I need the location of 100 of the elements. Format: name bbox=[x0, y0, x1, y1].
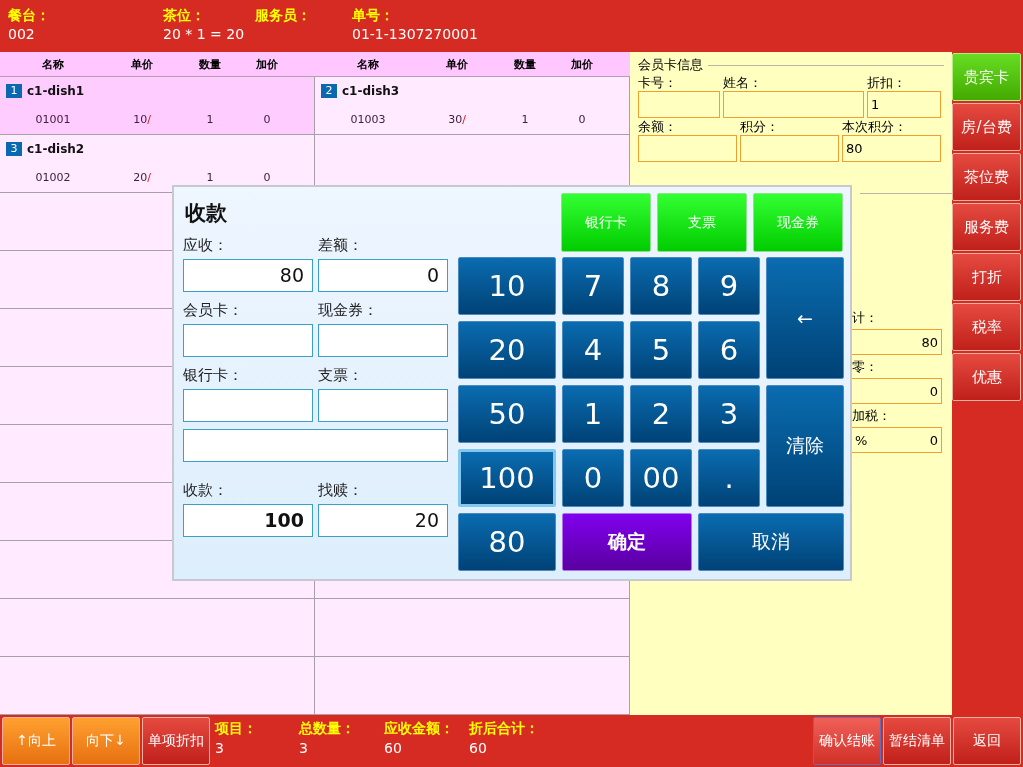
field-label: 余额： bbox=[638, 118, 678, 135]
keypad-key[interactable]: 5 bbox=[630, 321, 692, 379]
footer-button[interactable]: 确认结账 bbox=[813, 717, 881, 765]
field-label: 银行卡： bbox=[183, 365, 244, 385]
input-field[interactable] bbox=[183, 324, 313, 357]
dish-code: 01002 bbox=[34, 171, 72, 184]
side-button[interactable]: 优惠 bbox=[952, 353, 1021, 401]
input-field[interactable]: 1 bbox=[867, 91, 941, 118]
keypad-key[interactable]: 80 bbox=[458, 513, 556, 571]
header-value: 002 bbox=[8, 26, 36, 42]
field-label: 计： bbox=[852, 309, 879, 326]
keypad-key[interactable]: 100 bbox=[458, 449, 556, 507]
column-header: 加价 bbox=[255, 56, 279, 72]
column-header: 名称 bbox=[356, 56, 380, 72]
summary-label: 应收金额： bbox=[384, 720, 455, 738]
dish-item[interactable]: 2 c1-dish3 01003 30/ 1 0 bbox=[315, 77, 630, 135]
field-label: 应收： bbox=[183, 235, 229, 255]
footer-button[interactable]: 暂结清单 bbox=[883, 717, 951, 765]
input-field[interactable] bbox=[740, 135, 839, 162]
column-header: 名称 bbox=[41, 56, 65, 72]
dish-code: 01001 bbox=[34, 113, 72, 126]
keypad-key[interactable]: 8 bbox=[630, 257, 692, 315]
input-field[interactable]: 100 bbox=[183, 504, 313, 537]
header-value: 20 * 1 = 20 bbox=[163, 26, 246, 42]
keypad-key[interactable]: 确定 bbox=[562, 513, 692, 571]
dish-item[interactable]: 3 c1-dish2 01002 20/ 1 0 bbox=[0, 135, 315, 193]
dish-price: 30/ bbox=[447, 113, 467, 126]
header-value: 01-1-1307270001 bbox=[352, 26, 478, 42]
dish-name: c1-dish1 bbox=[27, 84, 85, 98]
column-header: 数量 bbox=[513, 56, 537, 72]
dish-quantity: 1 bbox=[520, 113, 530, 126]
dialog-title: 收款 bbox=[184, 200, 228, 227]
keypad-key[interactable]: 3 bbox=[698, 385, 760, 443]
header-label: 茶位： bbox=[163, 7, 206, 23]
column-header: 数量 bbox=[198, 56, 222, 72]
dish-name: c1-dish3 bbox=[342, 84, 400, 98]
footer-button[interactable]: 返回 bbox=[953, 717, 1021, 765]
input-field[interactable]: 80 bbox=[842, 135, 941, 162]
field-label: 会员卡： bbox=[183, 300, 244, 320]
dish-item[interactable]: 1 c1-dish1 01001 10/ 1 0 bbox=[0, 77, 315, 135]
input-field[interactable] bbox=[318, 324, 448, 357]
summary-value: 3 bbox=[299, 740, 309, 756]
keypad-key[interactable]: 7 bbox=[562, 257, 624, 315]
summary-label: 项目： bbox=[215, 720, 258, 738]
keypad-key[interactable]: . bbox=[698, 449, 760, 507]
side-button[interactable]: 茶位费 bbox=[952, 153, 1021, 201]
keypad-key[interactable]: 4 bbox=[562, 321, 624, 379]
side-button[interactable]: 服务费 bbox=[952, 203, 1021, 251]
summary-value: 3 bbox=[215, 740, 225, 756]
dish-quantity: 1 bbox=[205, 171, 215, 184]
keypad-key[interactable]: 20 bbox=[458, 321, 556, 379]
field-label: 现金券： bbox=[318, 300, 379, 320]
item-number-badge: 1 bbox=[6, 84, 22, 98]
input-field[interactable] bbox=[638, 91, 720, 118]
keypad-key[interactable]: 清除 bbox=[766, 385, 844, 507]
keypad-key[interactable]: 取消 bbox=[698, 513, 844, 571]
keypad-key[interactable]: 2 bbox=[630, 385, 692, 443]
item-number-badge: 3 bbox=[6, 142, 22, 156]
field-label: 收款： bbox=[183, 480, 229, 500]
input-field[interactable]: 20 bbox=[318, 504, 448, 537]
keypad-key[interactable]: 50 bbox=[458, 385, 556, 443]
keypad-key[interactable]: 0 bbox=[562, 449, 624, 507]
keypad-key[interactable]: 00 bbox=[630, 449, 692, 507]
input-field[interactable]: 80 bbox=[183, 259, 313, 292]
side-button[interactable]: 打折 bbox=[952, 253, 1021, 301]
footer-button[interactable]: 单项折扣 bbox=[142, 717, 210, 765]
header-label: 单号： bbox=[352, 7, 395, 23]
input-field[interactable] bbox=[723, 91, 864, 118]
keypad-key[interactable]: 9 bbox=[698, 257, 760, 315]
input-field[interactable] bbox=[183, 429, 448, 462]
keypad-key[interactable]: 1 bbox=[562, 385, 624, 443]
field-label: 本次积分： bbox=[842, 118, 908, 135]
section-title: 会员卡信息 bbox=[638, 56, 703, 74]
keypad-key[interactable]: 6 bbox=[698, 321, 760, 379]
field-label: 积分： bbox=[740, 118, 780, 135]
input-field[interactable] bbox=[638, 135, 737, 162]
dish-name: c1-dish2 bbox=[27, 142, 85, 156]
dish-surcharge: 0 bbox=[262, 113, 272, 126]
summary-label: 折后合计： bbox=[469, 720, 539, 738]
column-header: 单价 bbox=[130, 56, 154, 72]
input-field[interactable]: 0 bbox=[318, 259, 448, 292]
input-field[interactable] bbox=[318, 389, 448, 422]
header-label: 餐台： bbox=[8, 7, 51, 23]
column-header: 单价 bbox=[445, 56, 469, 72]
summary-value: 60 bbox=[384, 740, 403, 756]
dish-code: 01003 bbox=[349, 113, 387, 126]
side-button[interactable]: 房/台费 bbox=[952, 103, 1021, 151]
dish-quantity: 1 bbox=[205, 113, 215, 126]
keypad-key[interactable]: 10 bbox=[458, 257, 556, 315]
dish-price: 10/ bbox=[132, 113, 152, 126]
keypad-key[interactable]: ← bbox=[766, 257, 844, 379]
side-button[interactable]: 税率 bbox=[952, 303, 1021, 351]
item-number-badge: 2 bbox=[321, 84, 337, 98]
field-label: 零： bbox=[852, 358, 879, 375]
dish-price: 20/ bbox=[132, 171, 152, 184]
input-field[interactable] bbox=[183, 389, 313, 422]
summary-label: 总数量： bbox=[299, 720, 356, 738]
field-label: 差额： bbox=[318, 235, 364, 255]
field-label: 姓名： bbox=[723, 74, 763, 91]
header-label: 服务员： bbox=[255, 7, 312, 23]
